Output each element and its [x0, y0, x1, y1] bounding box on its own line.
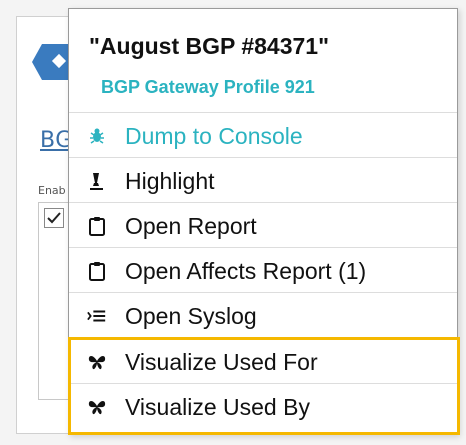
menu-header: "August BGP #84371" BGP Gateway Profile …: [69, 9, 457, 112]
menu-item-open-syslog[interactable]: Open Syslog: [69, 292, 457, 338]
menu-item-label: Open Report: [125, 213, 257, 239]
menu-item-visualize-used-for[interactable]: Visualize Used For: [69, 338, 457, 384]
butterfly-icon: [88, 356, 106, 370]
menu-item-dump-to-console[interactable]: Dump to Console: [69, 112, 457, 158]
menu-item-open-report[interactable]: Open Report: [69, 202, 457, 248]
menu-item-label: Open Affects Report (1): [125, 258, 367, 284]
background-checkbox[interactable]: [44, 208, 64, 228]
menu-item-label: Visualize Used By: [125, 394, 310, 420]
bug-icon: [90, 128, 104, 144]
butterfly-icon: [88, 401, 106, 415]
menu-item-highlight[interactable]: Highlight: [69, 157, 457, 203]
menu-item-open-affects-report[interactable]: Open Affects Report (1): [69, 247, 457, 293]
menu-title: "August BGP #84371": [89, 33, 329, 59]
context-menu: "August BGP #84371" BGP Gateway Profile …: [68, 8, 458, 435]
menu-item-label: Open Syslog: [125, 303, 257, 329]
clipboard-icon: [89, 262, 105, 281]
menu-item-label: Dump to Console: [125, 123, 303, 149]
menu-item-visualize-used-by[interactable]: Visualize Used By: [69, 383, 457, 429]
menu-item-label: Highlight: [125, 168, 215, 194]
highlighter-icon: [90, 173, 103, 190]
menu-item-label: Visualize Used For: [125, 349, 318, 375]
background-label: Enab: [38, 184, 66, 197]
clipboard-icon: [89, 217, 105, 236]
list-icon: [87, 310, 106, 322]
menu-subtitle: BGP Gateway Profile 921: [101, 77, 315, 97]
